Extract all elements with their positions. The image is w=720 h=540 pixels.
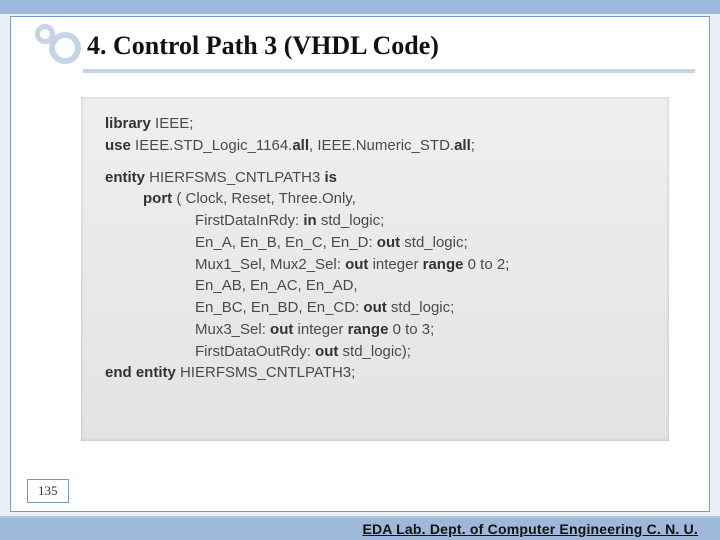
page-number: 135 — [27, 479, 69, 503]
title-underline — [83, 69, 695, 73]
slide-title: 4. Control Path 3 (VHDL Code) — [87, 31, 439, 61]
footer-text: EDA Lab. Dept. of Computer Engineering C… — [362, 521, 698, 537]
code-line: entity HIERFSMS_CNTLPATH3 is — [105, 167, 651, 189]
code-line: end entity HIERFSMS_CNTLPATH3; — [105, 362, 651, 384]
code-line: library IEEE; — [105, 113, 651, 135]
code-line: En_A, En_B, En_C, En_D: out std_logic; — [105, 232, 651, 254]
code-line: FirstDataInRdy: in std_logic; — [105, 210, 651, 232]
code-line: En_AB, En_AC, En_AD, — [105, 275, 651, 297]
top-accent-bar — [0, 0, 720, 14]
vhdl-code-block: library IEEE; use IEEE.STD_Logic_1164.al… — [81, 97, 669, 441]
title-row: 4. Control Path 3 (VHDL Code) — [11, 21, 695, 71]
bullet-rings-icon — [19, 24, 81, 68]
code-line: En_BC, En_BD, En_CD: out std_logic; — [105, 297, 651, 319]
code-line: Mux3_Sel: out integer range 0 to 3; — [105, 319, 651, 341]
slide-frame: 4. Control Path 3 (VHDL Code) library IE… — [10, 16, 710, 512]
code-line: FirstDataOutRdy: out std_logic); — [105, 341, 651, 363]
code-line: port ( Clock, Reset, Three.Only, — [105, 188, 651, 210]
code-line: use IEEE.STD_Logic_1164.all, IEEE.Numeri… — [105, 135, 651, 157]
blank-line — [105, 157, 651, 167]
code-line: Mux1_Sel, Mux2_Sel: out integer range 0 … — [105, 254, 651, 276]
